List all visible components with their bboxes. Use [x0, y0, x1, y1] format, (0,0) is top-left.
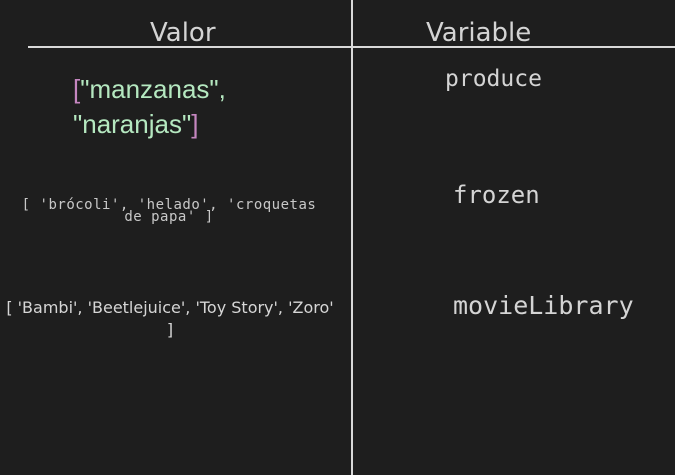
array-item-2: "naranjas"	[73, 109, 192, 139]
value-column-header: Valor	[150, 18, 216, 48]
row-3-value-line-1: [ 'Bambi', 'Beetlejuice', 'Toy Story', '…	[6, 298, 334, 317]
row-1-variable: produce	[445, 66, 542, 92]
array-item-1: "manzanas",	[80, 74, 226, 104]
row-3-value: [ 'Bambi', 'Beetlejuice', 'Toy Story', '…	[0, 297, 340, 341]
row-3-variable: movieLibrary	[453, 291, 634, 320]
row-2-value: [ 'brócoli', 'helado', 'croquetas de pap…	[14, 198, 324, 224]
close-bracket: ]	[191, 109, 199, 139]
variable-column-header: Variable	[426, 18, 532, 48]
row-2-variable: frozen	[453, 181, 540, 209]
row-1-value: ["manzanas", "naranjas"]	[73, 72, 263, 142]
row-3-value-line-2: ]	[166, 320, 174, 339]
variable-value-table: Valor Variable ["manzanas", "naranjas"] …	[0, 0, 675, 475]
column-divider	[351, 0, 353, 475]
